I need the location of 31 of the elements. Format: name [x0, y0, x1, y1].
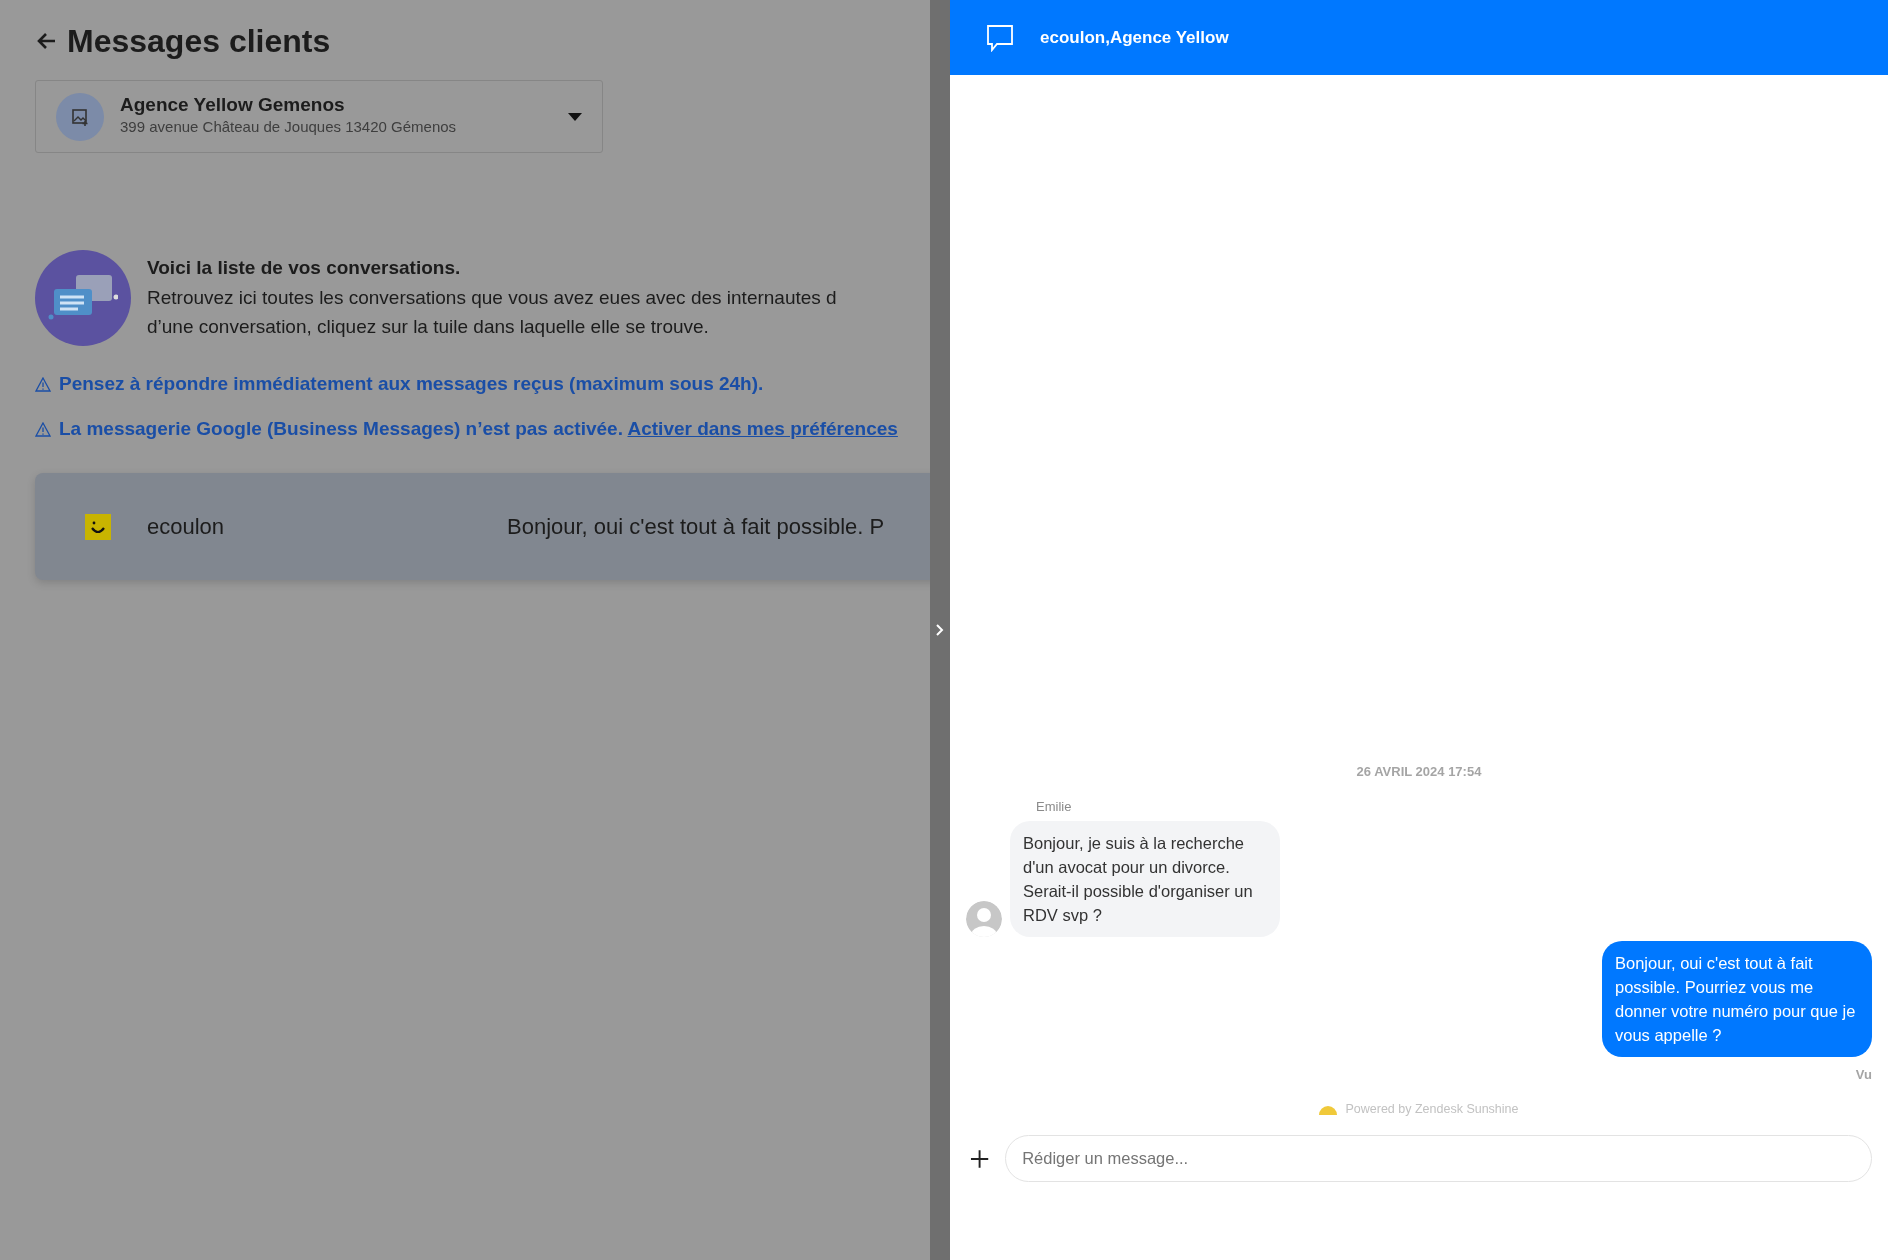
- location-name: Agence Yellow Gemenos: [120, 95, 346, 117]
- notice-text: Pensez à répondre immédiatement aux messages reçus (maximum sous 24h).: [59, 372, 764, 397]
- notice-text: La messagerie Google (Business Messages) n’est pas activée. Activer dans mes préférences: [59, 416, 898, 441]
- message-bubble: Bonjour, je suis à la recherche d'un avocat pour un divorce. Serait-il possible d'organiser un RDV svp ?: [1010, 820, 1280, 937]
- caret-icon: [568, 112, 582, 121]
- intro-heading: Voici la liste de vos conversations.: [147, 256, 462, 281]
- image-icon: [71, 107, 89, 126]
- chat-title: ecoulon,Agence Yellow: [1040, 26, 1229, 49]
- warning-icon: [35, 377, 51, 393]
- location-select[interactable]: Agence Yellow Gemenos 399 avenue Château de Jouques 13420 Gémenos: [35, 80, 603, 154]
- sun-icon: [1319, 1104, 1338, 1115]
- conversation-name: ecoulon: [147, 513, 226, 542]
- message-date: 26 AVRIL 2024 17:54: [1356, 762, 1482, 781]
- preferences-link[interactable]: Activer dans mes préférences: [627, 417, 898, 439]
- chevron-right-icon[interactable]: [935, 623, 945, 637]
- plus-icon[interactable]: [970, 1148, 990, 1169]
- page-title: Messages clients: [67, 22, 331, 61]
- author-name: Emilie: [1036, 798, 1073, 817]
- intro-text: d’une conversation, cliquez sur la tuile dans laquelle elle se trouve.: [147, 314, 710, 339]
- warning-icon: [35, 421, 51, 437]
- message-input[interactable]: Rédiger un message...: [1005, 1135, 1872, 1182]
- location-address: 399 avenue Château de Jouques 13420 Gémenos: [120, 117, 458, 138]
- message-bubble: Bonjour, oui c'est tout à fait possible. Pourriez vous me donner votre numéro pour que je vous appelle ?: [1602, 940, 1872, 1057]
- conversation-row[interactable]: ecoulon Bonjour, oui c'est tout à fait possible. P: [35, 473, 930, 581]
- read-status: Vu: [1855, 1065, 1872, 1084]
- powered-by-text: Powered by Zendesk Sunshine: [1345, 1101, 1519, 1119]
- smiley-icon: [85, 513, 111, 540]
- avatar-icon: [966, 900, 1002, 937]
- intro-text: Retrouvez ici toutes les conversations que vous avez eues avec des internautes d: [147, 285, 837, 310]
- conversation-preview: Bonjour, oui c'est tout à fait possible. P: [507, 513, 885, 542]
- speech-bubble-icon: [986, 23, 1014, 52]
